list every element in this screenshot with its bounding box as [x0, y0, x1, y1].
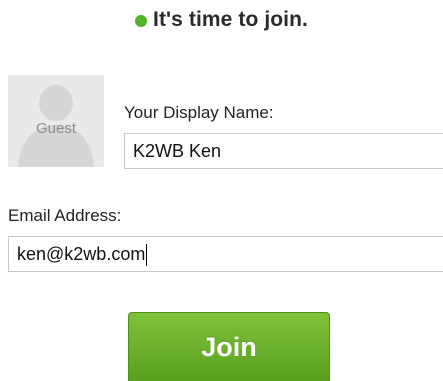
email-value: ken@k2wb.com	[17, 244, 146, 264]
text-cursor	[146, 244, 148, 267]
online-status-icon	[135, 14, 148, 27]
page-title: It's time to join.	[153, 8, 308, 31]
avatar-label: Guest	[35, 120, 77, 137]
email-label: Email Address:	[8, 206, 122, 225]
display-name-label: Your Display Name:	[124, 103, 274, 122]
display-name-value: K2WB Ken	[133, 141, 222, 161]
page-heading: It's time to join.	[0, 8, 443, 32]
join-panel: It's time to join. Guest Your Display Na…	[0, 0, 443, 381]
avatar: Guest	[8, 75, 104, 167]
join-button[interactable]: Join	[128, 312, 330, 381]
email-input[interactable]: ken@k2wb.com	[8, 236, 443, 272]
display-name-input[interactable]: K2WB Ken	[124, 133, 443, 169]
